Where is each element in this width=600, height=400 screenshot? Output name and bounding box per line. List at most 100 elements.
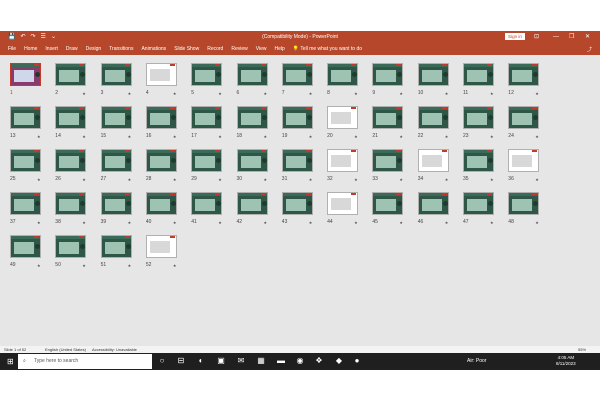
slide-thumbnail[interactable] bbox=[327, 192, 359, 215]
slide-number: 50 bbox=[55, 262, 61, 268]
tab-transitions[interactable]: Transitions bbox=[109, 46, 133, 52]
slide-thumbnail[interactable] bbox=[327, 63, 359, 86]
transition-star-icon: ★ bbox=[82, 177, 86, 182]
tab-record[interactable]: Record bbox=[207, 46, 223, 52]
tab-view[interactable]: View bbox=[256, 46, 267, 52]
slide-thumbnail[interactable] bbox=[281, 63, 313, 86]
tell-me-search[interactable]: 💡 Tell me what you want to do bbox=[293, 46, 362, 52]
slide-thumbnail[interactable] bbox=[145, 149, 177, 172]
windows-start-icon[interactable]: ⊞ bbox=[7, 357, 14, 366]
restore-icon[interactable]: ❐ bbox=[569, 32, 574, 42]
slide-number: 28 bbox=[145, 176, 152, 182]
slide-thumbnail[interactable] bbox=[10, 149, 41, 172]
tab-review[interactable]: Review bbox=[231, 46, 247, 52]
mail-icon[interactable]: ✉ bbox=[236, 356, 246, 366]
tab-help[interactable]: Help bbox=[274, 46, 284, 52]
slide-thumbnail[interactable] bbox=[372, 149, 404, 172]
file-explorer-icon[interactable]: ▬ bbox=[276, 356, 286, 366]
slide-thumbnail[interactable] bbox=[508, 106, 540, 129]
word-icon[interactable]: ◆ bbox=[334, 356, 344, 366]
slide-thumbnail[interactable] bbox=[463, 149, 494, 172]
slide-thumbnail[interactable] bbox=[191, 149, 223, 172]
slide-thumbnail[interactable] bbox=[508, 63, 540, 86]
slide-number: 47 bbox=[463, 219, 469, 225]
air-quality-status[interactable]: Air: Poor bbox=[467, 358, 486, 364]
slide-thumbnail[interactable] bbox=[236, 149, 268, 172]
slide-thumbnail[interactable] bbox=[10, 235, 41, 258]
zoom-level[interactable]: 55% bbox=[578, 347, 586, 352]
minimize-icon[interactable]: — bbox=[553, 32, 559, 42]
ribbon-display-icon[interactable]: ⊡ bbox=[534, 32, 539, 42]
transition-star-icon: ★ bbox=[82, 220, 86, 225]
slide-thumbnail[interactable] bbox=[236, 63, 268, 86]
slide-thumbnail[interactable] bbox=[10, 106, 41, 129]
slide-thumbnail[interactable] bbox=[100, 63, 132, 86]
slide-thumbnail[interactable] bbox=[55, 192, 87, 215]
slide-thumbnail[interactable] bbox=[372, 192, 404, 215]
slide-thumbnail[interactable] bbox=[372, 63, 404, 86]
powerpoint-icon[interactable]: ● bbox=[352, 356, 362, 366]
cortana-icon[interactable]: ○ bbox=[157, 356, 167, 366]
tab-animations[interactable]: Animations bbox=[141, 46, 166, 52]
slide-thumbnail[interactable] bbox=[327, 106, 359, 129]
slide-thumbnail[interactable] bbox=[463, 192, 494, 215]
language-status[interactable]: English (United States) bbox=[45, 347, 86, 352]
slide-thumbnail[interactable] bbox=[281, 106, 313, 129]
slide-thumbnail[interactable] bbox=[100, 106, 132, 129]
accessibility-status[interactable]: Accessibility: Unavailable bbox=[92, 347, 137, 352]
slide-thumbnail[interactable] bbox=[281, 192, 313, 215]
slide-thumbnail[interactable] bbox=[463, 106, 494, 129]
slide-number: 21 bbox=[372, 133, 378, 139]
store-icon[interactable]: ▣ bbox=[216, 356, 226, 366]
share-icon[interactable]: ⤴ bbox=[587, 46, 592, 53]
close-icon[interactable]: ✕ bbox=[585, 32, 590, 42]
slide-number: 33 bbox=[372, 176, 378, 182]
slide-thumbnail[interactable] bbox=[281, 149, 313, 172]
slide-thumbnail[interactable] bbox=[508, 192, 540, 215]
transition-star-icon: ★ bbox=[82, 134, 86, 139]
slide-thumbnail[interactable] bbox=[55, 149, 87, 172]
slide-thumbnail[interactable] bbox=[145, 106, 177, 129]
tab-draw[interactable]: Draw bbox=[66, 46, 78, 52]
slide-thumbnail[interactable] bbox=[145, 235, 177, 258]
edge-icon[interactable]: ◐ bbox=[196, 356, 206, 366]
transition-star-icon: ★ bbox=[444, 220, 449, 225]
slide-thumbnail[interactable] bbox=[191, 192, 223, 215]
task-view-icon[interactable]: ⊟ bbox=[176, 356, 186, 366]
tab-insert[interactable]: Insert bbox=[45, 46, 58, 52]
slide-thumbnail[interactable] bbox=[55, 63, 87, 86]
slide-thumbnail[interactable] bbox=[236, 106, 268, 129]
tab-slide-show[interactable]: Slide Show bbox=[174, 46, 199, 52]
tab-design[interactable]: Design bbox=[86, 46, 102, 52]
chrome-icon[interactable]: ◉ bbox=[295, 356, 305, 366]
slide-thumbnail[interactable] bbox=[417, 149, 449, 172]
slide-thumbnail[interactable] bbox=[10, 63, 41, 86]
tab-home[interactable]: Home bbox=[24, 46, 37, 52]
slide-thumbnail[interactable] bbox=[191, 63, 223, 86]
slide-thumbnail[interactable] bbox=[100, 149, 132, 172]
transition-star-icon: ★ bbox=[308, 220, 313, 225]
app-icon[interactable]: ❖ bbox=[314, 356, 324, 366]
slide-thumbnail[interactable] bbox=[145, 63, 177, 86]
slide-thumbnail[interactable] bbox=[55, 235, 87, 258]
taskbar-search-box[interactable]: ⌕ Type here to search bbox=[18, 354, 152, 369]
slide-thumbnail[interactable] bbox=[55, 106, 87, 129]
slide-thumbnail[interactable] bbox=[327, 149, 359, 172]
slide-thumbnail[interactable] bbox=[100, 192, 132, 215]
slide-thumbnail[interactable] bbox=[417, 63, 449, 86]
slide-thumbnail[interactable] bbox=[100, 235, 132, 258]
slide-thumbnail[interactable] bbox=[417, 192, 449, 215]
slide-thumbnail[interactable] bbox=[417, 106, 449, 129]
slide-thumbnail[interactable] bbox=[372, 106, 404, 129]
system-clock[interactable]: 4:05 AM 8/11/2023 bbox=[556, 355, 576, 367]
tab-file[interactable]: File bbox=[8, 46, 16, 52]
sign-in-button[interactable]: Sign in bbox=[505, 33, 525, 40]
slide-number: 2 bbox=[55, 90, 59, 96]
slide-thumbnail[interactable] bbox=[463, 63, 494, 86]
slide-thumbnail[interactable] bbox=[10, 192, 41, 215]
slide-thumbnail[interactable] bbox=[508, 149, 540, 172]
slide-thumbnail[interactable] bbox=[145, 192, 177, 215]
slide-thumbnail[interactable] bbox=[191, 106, 223, 129]
slide-thumbnail[interactable] bbox=[236, 192, 268, 215]
photos-icon[interactable]: ▦ bbox=[256, 356, 266, 366]
